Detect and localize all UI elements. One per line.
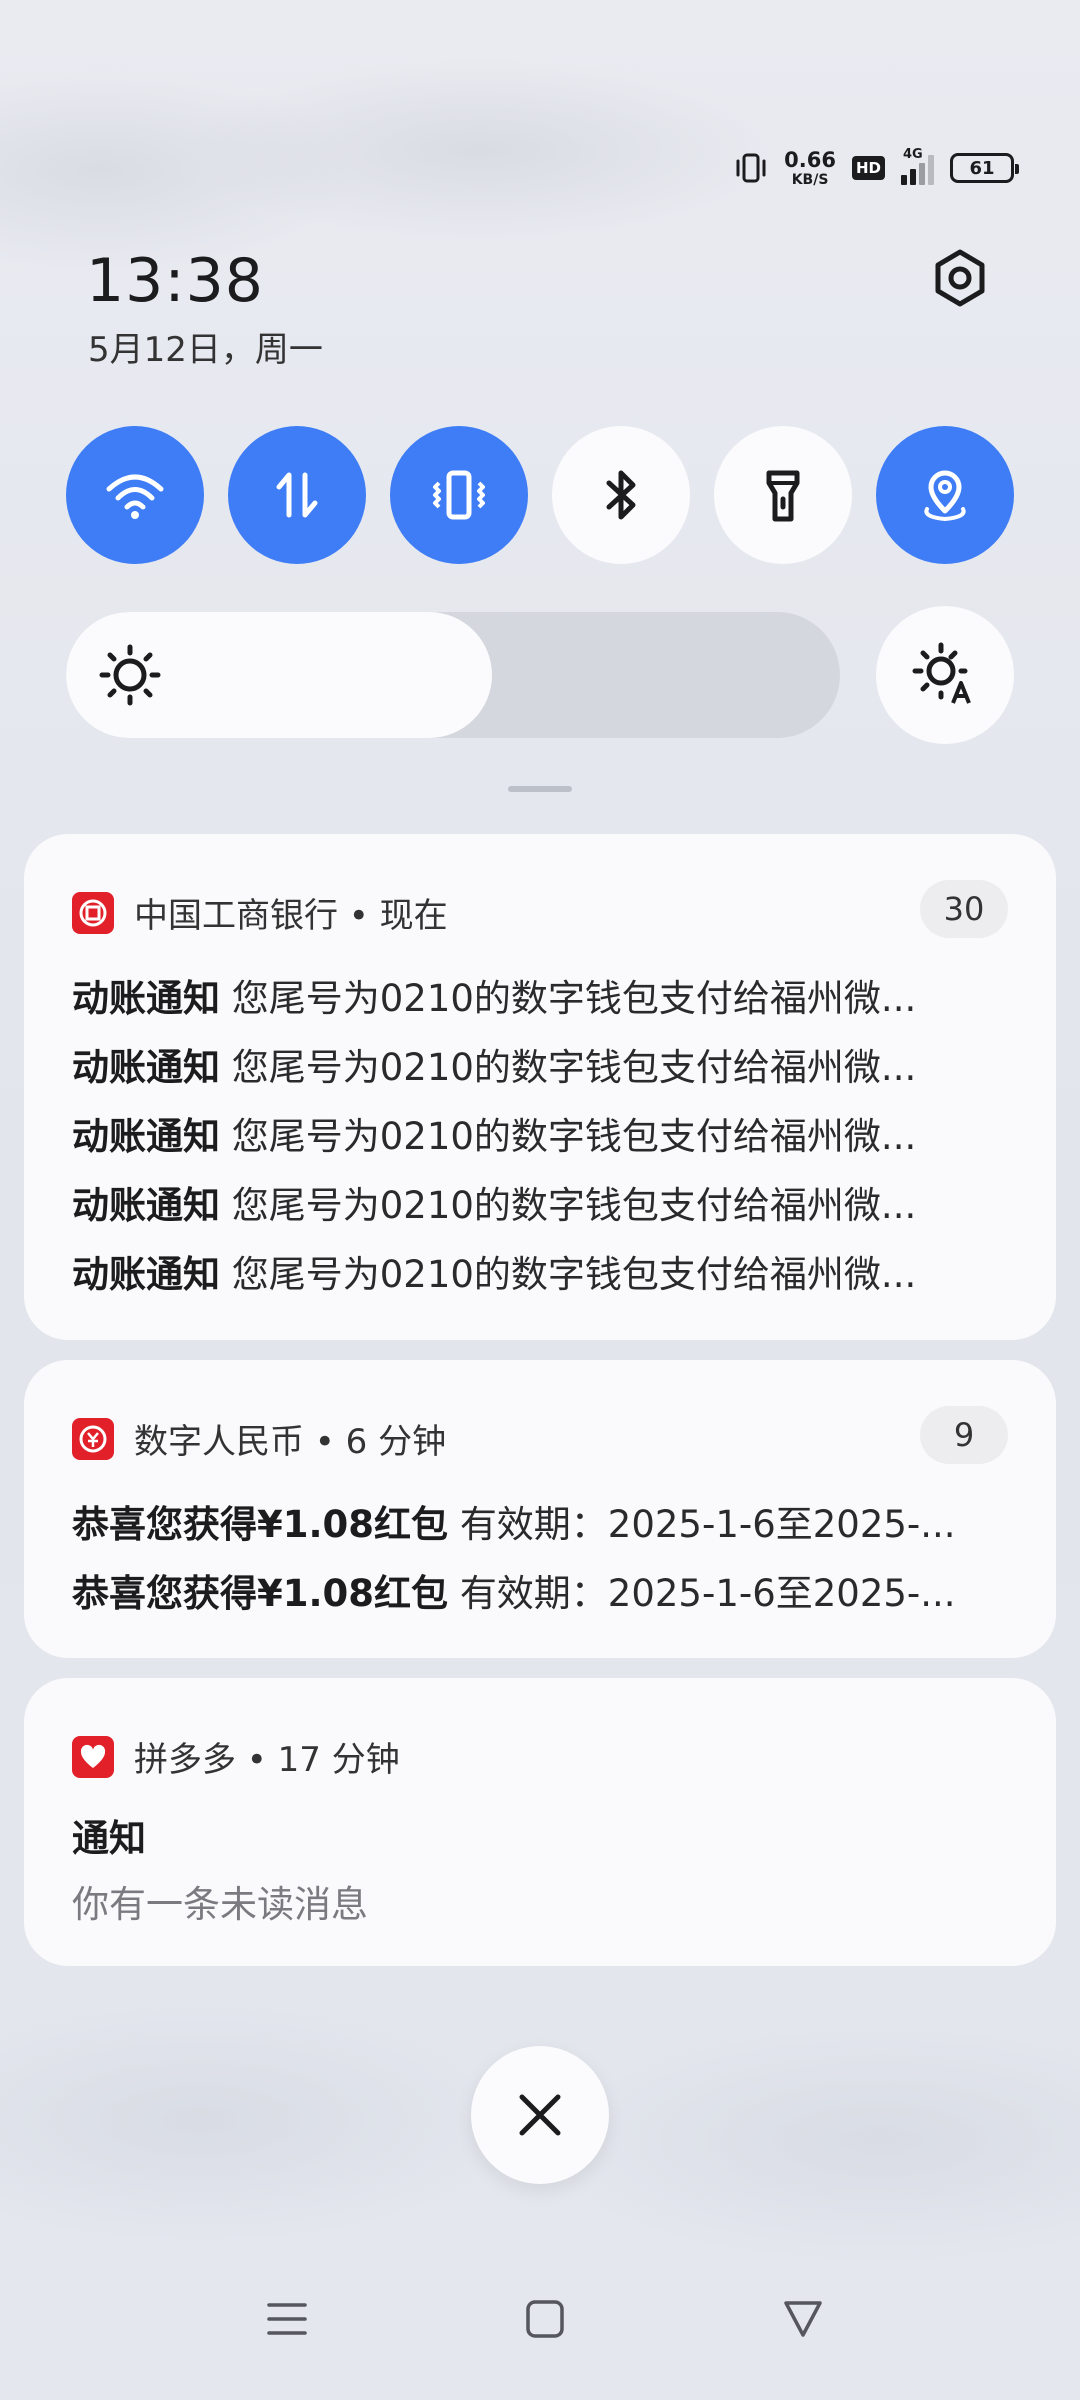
menu-icon [267,2303,307,2335]
tile-wifi[interactable] [66,426,204,564]
auto-brightness-button[interactable] [876,606,1014,744]
line-text: 您尾号为0210的数字钱包支付给福州微... [231,1046,917,1089]
auto-brightness-icon [912,642,971,704]
back-button[interactable] [768,2284,838,2354]
date: 5月12日，周一 [88,330,323,370]
network-type: 4G [903,147,923,162]
tile-location[interactable] [876,426,1014,564]
notification-card-pinduoduo[interactable]: 拼多多 • 17 分钟 通知 你有一条未读消息 [24,1678,1056,1966]
line-text: 有效期：2025-1-6至2025-... [459,1503,956,1546]
notification-title: 通知 [72,1817,146,1860]
net-speed: 0.66 KB/S [784,147,836,188]
tile-flashlight[interactable] [714,426,852,564]
wifi-icon [106,474,164,519]
notification-lines: 动账通知 您尾号为0210的数字钱包支付给福州微... 动账通知 您尾号为021… [72,964,1008,1309]
gear-icon [935,249,985,307]
recents-button[interactable] [252,2284,322,2354]
digital-rmb-app-icon [72,1417,114,1460]
data-transfer-icon [276,472,318,518]
battery-icon: 61 [950,153,1019,183]
line-text: 您尾号为0210的数字钱包支付给福州微... [231,1184,917,1227]
home-button[interactable] [510,2284,580,2354]
brightness-icon [99,644,161,706]
line-title: 恭喜您获得¥1.08红包 [72,1572,449,1615]
line-title: 恭喜您获得¥1.08红包 [72,1503,449,1546]
vibrate-icon [433,470,485,520]
notification-line: 动账通知 您尾号为0210的数字钱包支付给福州微... [72,1240,1008,1309]
icbc-app-icon [72,891,114,934]
bluetooth-icon [606,470,636,520]
notification-header: 中国工商银行 • 现在 [72,888,448,937]
pinduoduo-app-icon [72,1735,114,1778]
line-title: 动账通知 [72,1253,220,1296]
clock: 13:38 [86,246,264,316]
notification-header: 拼多多 • 17 分钟 [72,1732,400,1781]
notification-lines: 恭喜您获得¥1.08红包 有效期：2025-1-6至2025-... 恭喜您获得… [72,1490,1008,1628]
location-icon [924,470,966,522]
notification-line: 恭喜您获得¥1.08红包 有效期：2025-1-6至2025-... [72,1490,1008,1559]
triangle-back-icon [784,2301,822,2337]
notification-header: 数字人民币 • 6 分钟 [72,1414,446,1463]
notification-body: 你有一条未读消息 [72,1883,368,1926]
notification-lines: 通知 你有一条未读消息 [72,1808,1008,1939]
line-text: 您尾号为0210的数字钱包支付给福州微... [231,977,917,1020]
notification-app-time: 中国工商银行 • 现在 [134,896,448,936]
notification-count-badge[interactable]: 30 [920,880,1008,938]
tile-bluetooth[interactable] [552,426,690,564]
close-icon [519,2094,561,2136]
status-bar: 0.66 KB/S HD 4G 61 [734,147,1019,188]
net-speed-value: 0.66 [784,147,836,172]
notification-card-icbc[interactable]: 中国工商银行 • 现在 30 动账通知 您尾号为0210的数字钱包支付给福州微.… [24,834,1056,1340]
quick-settings-tiles [66,426,1014,564]
net-speed-unit: KB/S [791,171,829,188]
square-icon [526,2300,564,2338]
notification-card-digital-rmb[interactable]: 数字人民币 • 6 分钟 9 恭喜您获得¥1.08红包 有效期：2025-1-6… [24,1360,1056,1658]
notification-count-badge[interactable]: 9 [920,1406,1008,1464]
flashlight-icon [766,470,800,522]
notification-app-time: 拼多多 • 17 分钟 [134,1740,400,1780]
tile-vibrate[interactable] [390,426,528,564]
notification-line: 动账通知 您尾号为0210的数字钱包支付给福州微... [72,1033,1008,1102]
vibrate-status-icon [736,153,766,183]
notification-line: 动账通知 您尾号为0210的数字钱包支付给福州微... [72,1102,1008,1171]
line-text: 您尾号为0210的数字钱包支付给福州微... [231,1253,917,1296]
line-title: 动账通知 [72,1115,220,1158]
notification-app-time: 数字人民币 • 6 分钟 [134,1422,447,1462]
navigation-bar [0,2284,1080,2354]
settings-button[interactable] [928,246,992,310]
drag-handle[interactable] [508,786,572,792]
notification-line: 恭喜您获得¥1.08红包 有效期：2025-1-6至2025-... [72,1559,1008,1628]
line-title: 动账通知 [72,1184,220,1227]
line-text: 有效期：2025-1-6至2025-... [459,1572,956,1615]
hd-badge: HD [851,156,885,180]
notification-line: 动账通知 您尾号为0210的数字钱包支付给福州微... [72,1171,1008,1240]
clear-notifications-button[interactable] [471,2046,609,2184]
brightness-slider[interactable] [66,612,840,738]
line-title: 动账通知 [72,977,220,1020]
tile-mobile-data[interactable] [228,426,366,564]
notification-line: 动账通知 您尾号为0210的数字钱包支付给福州微... [72,964,1008,1033]
line-text: 您尾号为0210的数字钱包支付给福州微... [231,1115,917,1158]
battery-level: 61 [969,157,995,179]
line-title: 动账通知 [72,1046,220,1089]
signal-icon: 4G [901,147,934,185]
